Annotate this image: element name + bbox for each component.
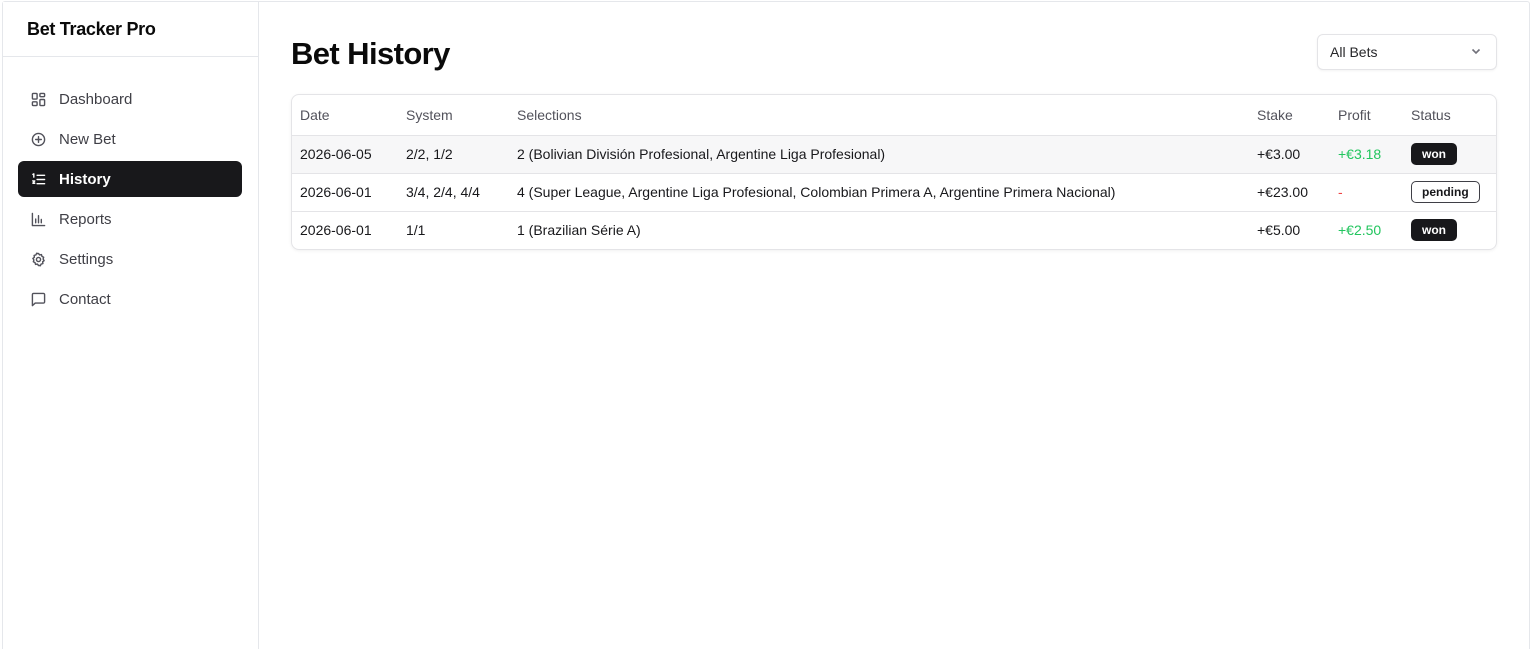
app-title: Bet Tracker Pro	[3, 2, 258, 57]
table-row[interactable]: 2026-06-01 1/1 1 (Brazilian Série A) +€5…	[292, 211, 1496, 249]
sidebar-item-history[interactable]: History	[18, 161, 242, 197]
cell-selections: 1 (Brazilian Série A)	[517, 222, 641, 239]
cell-stake: +€3.00	[1249, 135, 1330, 174]
cell-status: pending	[1403, 173, 1496, 212]
cell-date: 2026-06-05	[292, 135, 398, 174]
status-badge: pending	[1411, 181, 1480, 203]
bet-history-table: Date System Selections Stake Profit Stat…	[291, 94, 1497, 250]
cell-stake: +€5.00	[1257, 222, 1301, 239]
app-window: Bet Tracker Pro Dashboard New Bet Histor…	[2, 1, 1530, 649]
bet-filter-select[interactable]: All Bets	[1317, 34, 1497, 70]
chevron-down-icon	[1470, 44, 1482, 60]
sidebar-item-label: History	[59, 170, 111, 188]
sidebar: Bet Tracker Pro Dashboard New Bet Histor…	[3, 2, 259, 649]
cell-profit: +€2.50	[1338, 222, 1382, 239]
main-content: Bet History All Bets Date System Selecti…	[259, 2, 1529, 649]
cell-system: 2/2, 1/2	[398, 135, 509, 174]
sidebar-nav: Dashboard New Bet History Reports Settin…	[3, 57, 258, 317]
page-header: Bet History All Bets	[291, 2, 1497, 94]
cell-status: won	[1403, 135, 1496, 174]
cell-selections: 2 (Bolivian División Profesional, Argent…	[509, 135, 1249, 174]
cell-selections: 4 (Super League, Argentine Liga Profesio…	[509, 173, 1249, 212]
column-header-system[interactable]: System	[398, 95, 509, 136]
column-header-selections[interactable]: Selections	[509, 95, 1249, 136]
sidebar-item-label: Reports	[59, 210, 112, 228]
cell-system: 1/1	[406, 222, 426, 239]
table-header-row: Date System Selections Stake Profit Stat…	[292, 95, 1496, 136]
column-header-stake[interactable]: Stake	[1249, 95, 1330, 136]
sidebar-item-label: Dashboard	[59, 90, 133, 108]
table-row[interactable]: 2026-06-05 2/2, 1/2 2 (Bolivian División…	[292, 135, 1496, 174]
gear-icon	[31, 252, 46, 267]
column-header-profit[interactable]: Profit	[1330, 95, 1403, 136]
cell-date: 2026-06-01	[300, 222, 372, 239]
list-ordered-icon	[31, 172, 46, 187]
cell-stake: +€23.00	[1249, 173, 1330, 212]
bar-chart-icon	[31, 212, 46, 227]
plus-circle-icon	[31, 132, 46, 147]
sidebar-item-label: Contact	[59, 290, 111, 308]
status-badge: won	[1411, 143, 1457, 165]
column-header-date[interactable]: Date	[292, 95, 398, 136]
cell-status: won	[1403, 211, 1496, 249]
sidebar-item-reports[interactable]: Reports	[18, 201, 242, 237]
sidebar-item-dashboard[interactable]: Dashboard	[18, 81, 242, 117]
sidebar-item-settings[interactable]: Settings	[18, 241, 242, 277]
sidebar-item-label: Settings	[59, 250, 114, 268]
status-badge: won	[1411, 219, 1457, 242]
table-row[interactable]: 2026-06-01 3/4, 2/4, 4/4 4 (Super League…	[292, 173, 1496, 212]
column-header-status[interactable]: Status	[1403, 95, 1496, 136]
page-title: Bet History	[291, 36, 450, 71]
cell-system: 3/4, 2/4, 4/4	[398, 173, 509, 212]
bet-filter-value: All Bets	[1330, 44, 1378, 60]
layout-grid-icon	[31, 92, 46, 107]
cell-date: 2026-06-01	[292, 173, 398, 212]
sidebar-item-contact[interactable]: Contact	[18, 281, 242, 317]
sidebar-item-label: New Bet	[59, 130, 116, 148]
message-square-icon	[31, 292, 46, 307]
cell-profit: +€3.18	[1330, 135, 1403, 174]
sidebar-item-new-bet[interactable]: New Bet	[18, 121, 242, 157]
cell-profit: -	[1330, 173, 1403, 212]
